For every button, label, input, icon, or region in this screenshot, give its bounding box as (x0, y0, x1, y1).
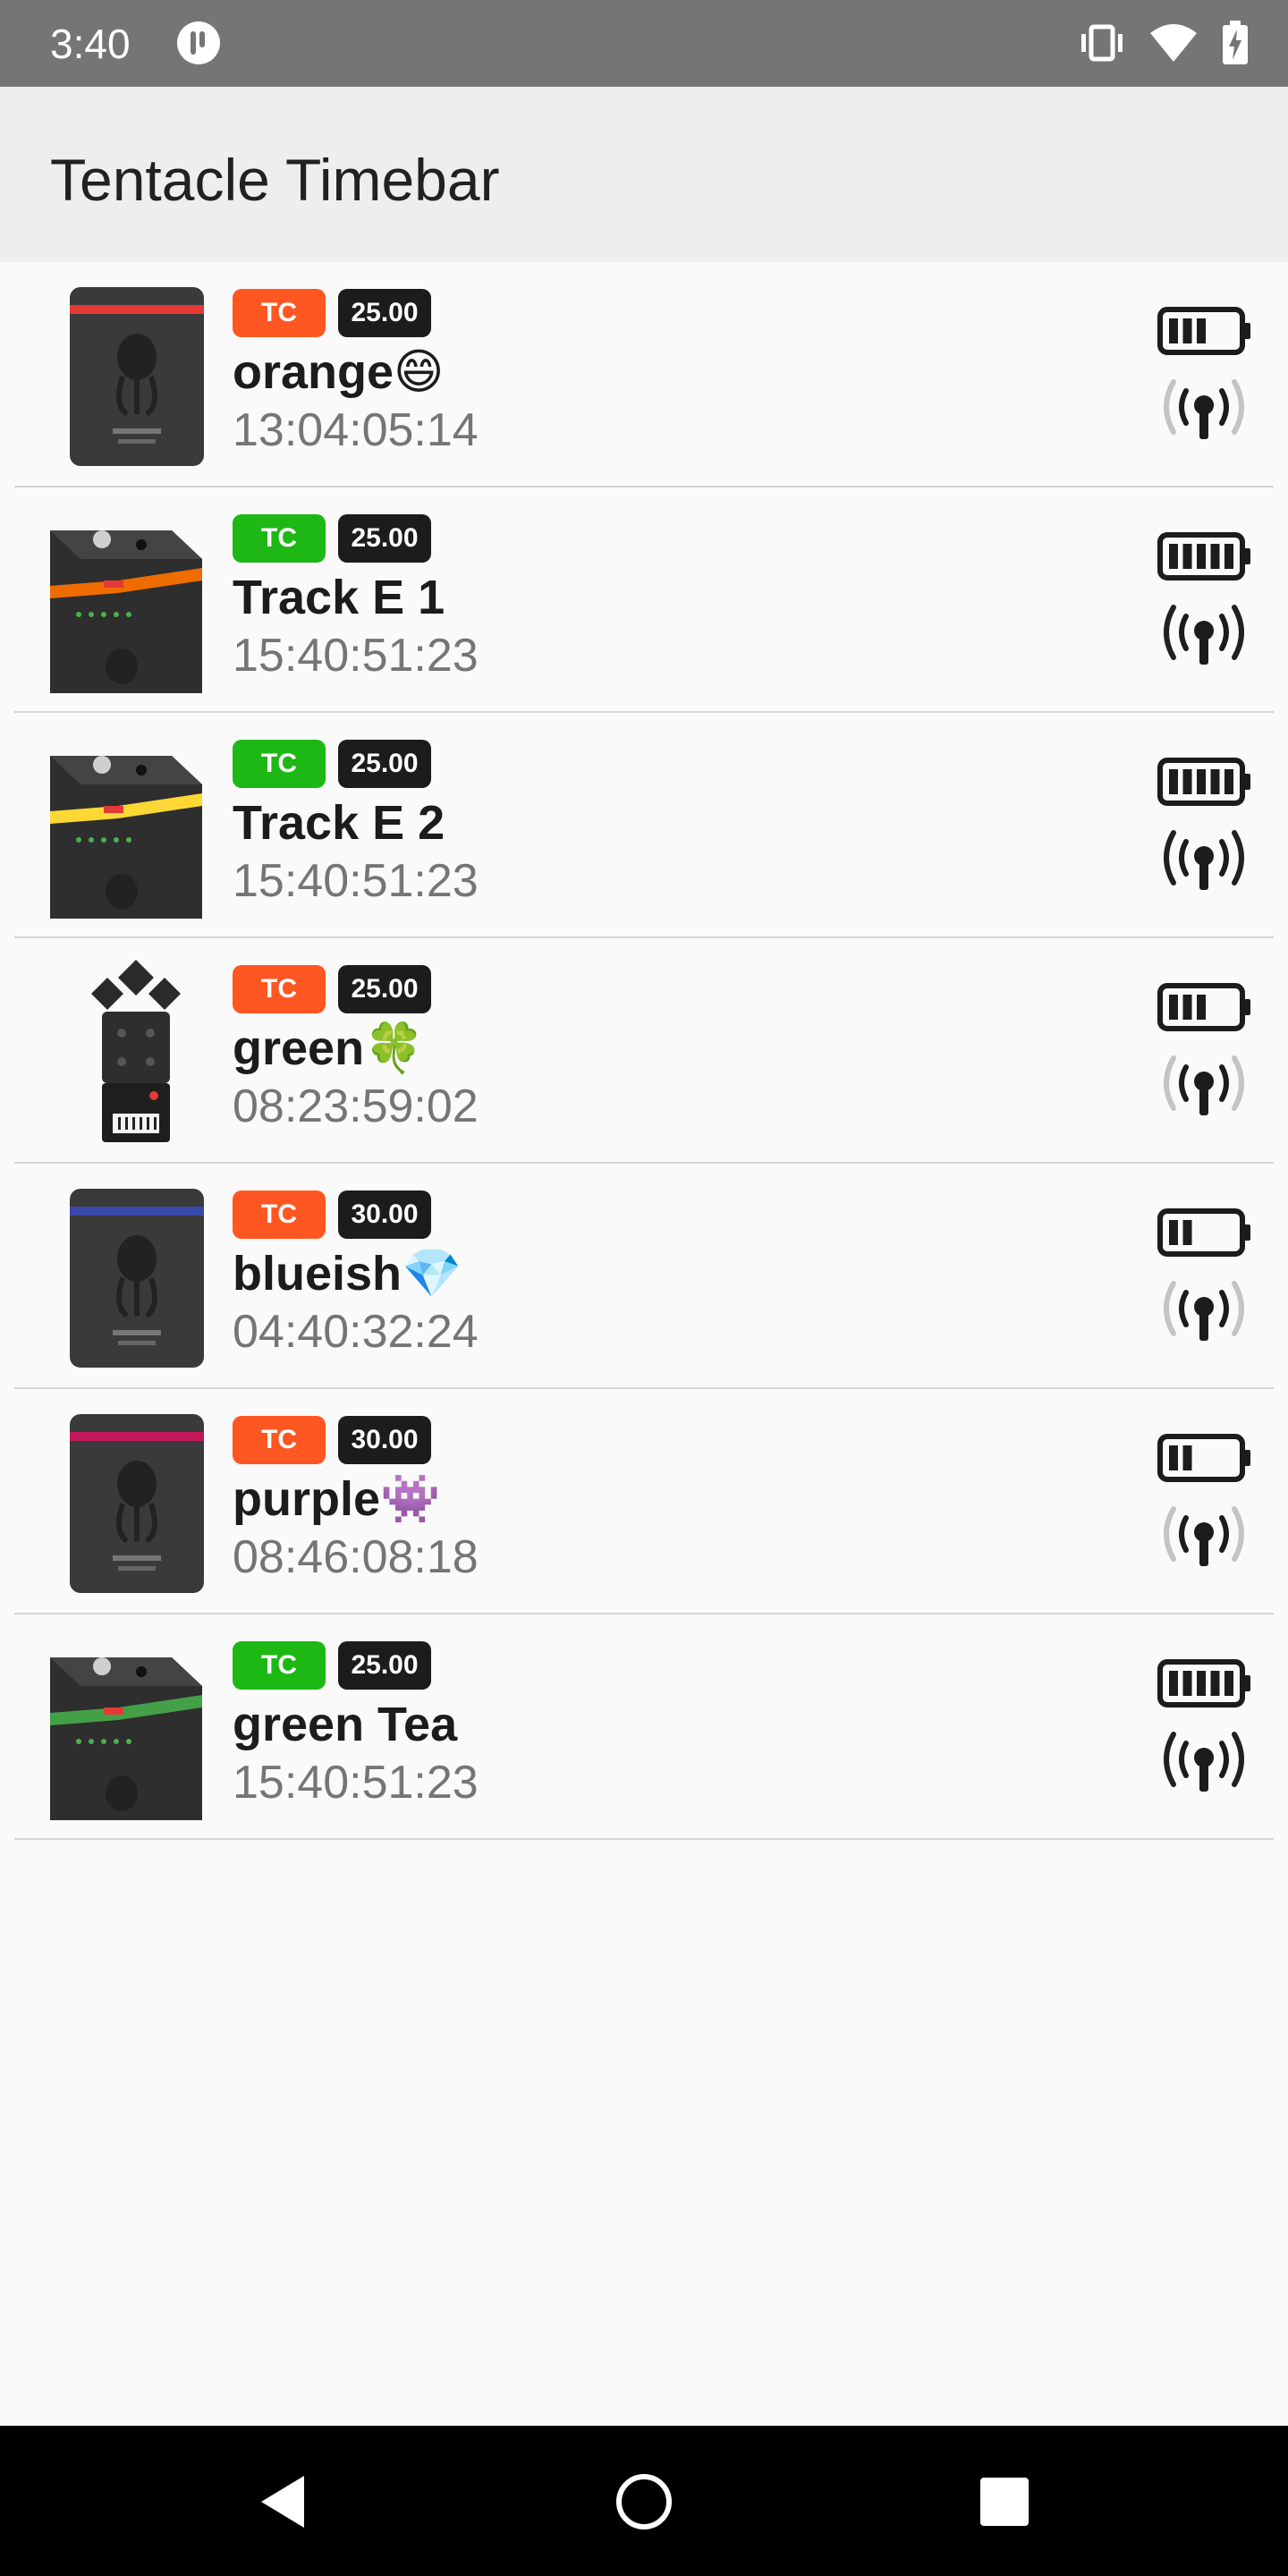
status-bar: 3:40 (0, 0, 1288, 87)
fps-badge: 25.00 (338, 1641, 431, 1690)
battery-icon (1157, 1434, 1250, 1482)
app-notification-icon (177, 21, 220, 64)
tc-badge: TC (233, 1416, 326, 1464)
device-timecode: 15:40:51:23 (233, 855, 479, 907)
app-bar: Tentacle Timebar (0, 87, 1288, 262)
battery-icon (1157, 532, 1250, 580)
device-timecode: 15:40:51:23 (233, 1757, 479, 1809)
device-tags: TC 25.00 (233, 289, 431, 337)
signal-strength-icon (1164, 1506, 1244, 1566)
vibrate-icon (1081, 24, 1123, 62)
device-tags: TC 30.00 (233, 1191, 431, 1239)
device-row[interactable]: TC 25.00 Track E 1 15:40:51:23 (14, 487, 1274, 713)
app-title: Tentacle Timebar (50, 147, 500, 213)
device-tags: TC 25.00 (233, 514, 431, 563)
status-time: 3:40 (50, 21, 131, 67)
device-name: orange😄 (233, 345, 445, 399)
device-tags: TC 25.00 (233, 740, 431, 788)
back-icon[interactable] (252, 2470, 315, 2533)
tentacle-sync-e-front-icon (70, 287, 204, 466)
fps-badge: 25.00 (338, 514, 431, 563)
signal-strength-icon (1164, 1732, 1244, 1792)
fps-badge: 25.00 (338, 740, 431, 788)
battery-icon (1157, 1208, 1250, 1257)
device-name: blueish💎 (233, 1247, 462, 1301)
device-name: Track E 1 (233, 571, 445, 624)
device-row[interactable]: TC 25.00 Track E 2 15:40:51:23 (14, 713, 1274, 938)
tentacle-sync-e-front-icon (70, 1414, 204, 1593)
battery-icon (1157, 1659, 1250, 1707)
device-list: TC 25.00 orange😄 13:04:05:14 TC 25.00 Track E … (0, 262, 1288, 1840)
signal-strength-icon (1164, 379, 1244, 439)
zoom-recorder-icon (91, 960, 181, 1142)
tentacle-track-e-icon (50, 530, 202, 693)
tc-badge: TC (233, 514, 326, 563)
battery-icon (1157, 307, 1250, 355)
device-timecode: 08:23:59:02 (233, 1080, 479, 1132)
navigation-bar (0, 2426, 1288, 2576)
night-mode-moon-icon[interactable] (1174, 140, 1241, 208)
recents-icon[interactable] (973, 2470, 1036, 2533)
tc-badge: TC (233, 965, 326, 1013)
device-timecode: 13:04:05:14 (233, 404, 479, 456)
tentacle-sync-e-front-icon (70, 1189, 204, 1368)
fps-badge: 25.00 (338, 289, 431, 337)
signal-strength-icon (1164, 830, 1244, 890)
signal-strength-icon (1164, 1281, 1244, 1341)
tentacle-track-e-icon (50, 1657, 202, 1820)
device-timecode: 08:46:08:18 (233, 1531, 479, 1583)
tentacle-track-e-icon (50, 756, 202, 919)
device-tags: TC 25.00 (233, 1641, 431, 1690)
device-row[interactable]: TC 30.00 purple👾 08:46:08:18 (14, 1389, 1274, 1614)
signal-strength-icon (1164, 605, 1244, 665)
device-row[interactable]: TC 25.00 orange😄 13:04:05:14 (14, 262, 1274, 487)
device-row[interactable]: TC 25.00 green🍀 08:23:59:02 (14, 938, 1274, 1164)
fps-badge: 30.00 (338, 1191, 431, 1239)
battery-icon (1157, 983, 1250, 1031)
device-name: purple👾 (233, 1472, 441, 1526)
tc-badge: TC (233, 1191, 326, 1239)
battery-charging-icon (1223, 21, 1248, 64)
device-timecode: 15:40:51:23 (233, 630, 479, 682)
tc-badge: TC (233, 289, 326, 337)
device-tags: TC 30.00 (233, 1416, 431, 1464)
battery-icon (1157, 758, 1250, 806)
home-icon[interactable] (613, 2470, 675, 2533)
tc-badge: TC (233, 740, 326, 788)
device-row[interactable]: TC 25.00 green Tea 15:40:51:23 (14, 1614, 1274, 1840)
fps-badge: 25.00 (338, 965, 431, 1013)
device-row[interactable]: TC 30.00 blueish💎 04:40:32:24 (14, 1164, 1274, 1389)
device-name: green Tea (233, 1698, 458, 1751)
device-name: green🍀 (233, 1021, 425, 1075)
signal-strength-icon (1164, 1055, 1244, 1115)
tc-badge: TC (233, 1641, 326, 1690)
device-tags: TC 25.00 (233, 965, 431, 1013)
device-timecode: 04:40:32:24 (233, 1306, 479, 1358)
wifi-icon (1150, 24, 1197, 62)
fps-badge: 30.00 (338, 1416, 431, 1464)
device-name: Track E 2 (233, 796, 445, 850)
status-icons (1079, 18, 1249, 68)
